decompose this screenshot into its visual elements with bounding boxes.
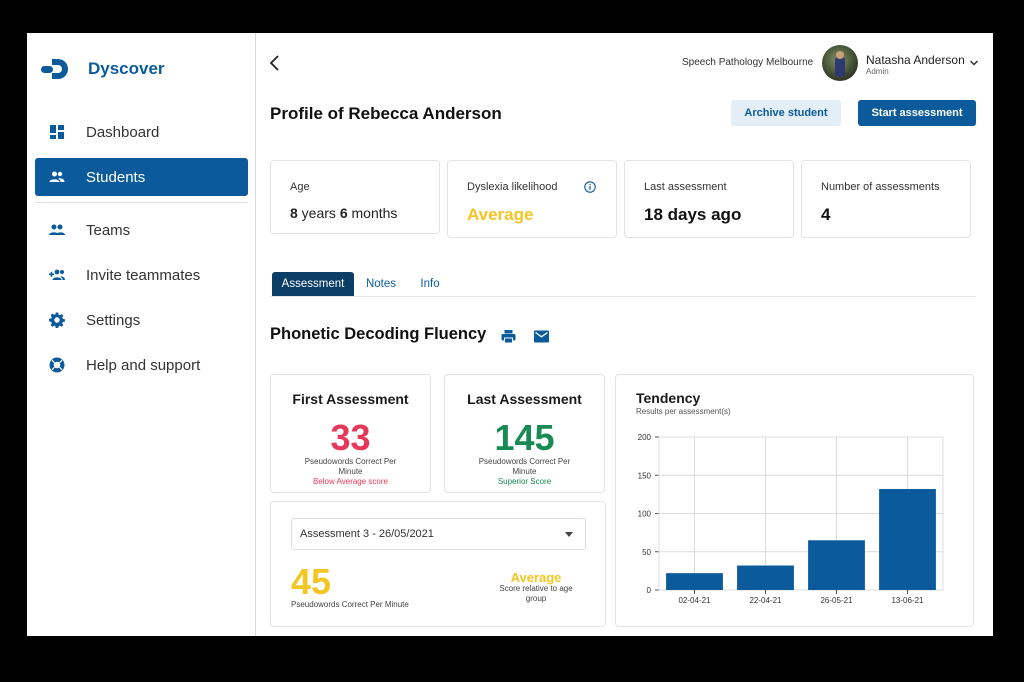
score-rating: Superior Score — [497, 477, 552, 486]
section-title: Phonetic Decoding Fluency — [270, 325, 487, 343]
assessment-selector-card: Assessment 3 - 26/05/2021 45 Pseudowords… — [270, 501, 606, 627]
tendency-chart-card: Tendency Results per assessment(s) 0 50 10… — [615, 374, 974, 627]
first-assessment-card: First Assessment 33 Pseudowords Correct … — [270, 374, 431, 493]
y-tick-label: 100 — [638, 510, 652, 519]
stat-label: Last assessment — [644, 181, 727, 193]
dyscover-logo-icon — [41, 59, 68, 79]
stat-label: Number of assessments — [821, 181, 940, 193]
bar-22-04-21 — [737, 565, 794, 590]
x-tick-label: 13-06-21 — [891, 596, 924, 605]
organization-name: Speech Pathology Melbourne — [682, 57, 814, 68]
info-icon[interactable] — [584, 181, 596, 193]
bar-chart: 0 50 100 150 200 02-04-21 22-04-21 26-05-21 13-0… — [638, 433, 944, 605]
chevron-down-icon[interactable] — [969, 58, 979, 68]
sidebar-item-teams[interactable]: Teams — [35, 211, 248, 249]
caret-down-icon — [565, 532, 573, 537]
sidebar-item-label: Students — [86, 168, 146, 186]
stat-value-last-assessment: 18 days ago — [644, 205, 742, 224]
stat-label: Dyslexia likelihood — [467, 181, 558, 193]
first-assessment-score: 33 — [330, 417, 371, 458]
bar-13-06-21 — [879, 489, 936, 590]
bar-02-04-21 — [666, 573, 723, 590]
assessment-select[interactable]: Assessment 3 - 26/05/2021 — [291, 518, 586, 550]
sidebar-item-help-and-support[interactable]: Help and support — [35, 346, 248, 384]
selected-assessment-score: 45 — [291, 561, 332, 602]
page-title: Profile of Rebecca Anderson — [270, 104, 502, 123]
y-tick-label: 0 — [647, 586, 652, 595]
y-tick-label: 150 — [638, 471, 652, 480]
stat-label: Age — [290, 181, 310, 193]
stat-card-dyslexia-likelihood: Dyslexia likelihood Average — [447, 160, 617, 238]
sidebar-item-label: Teams — [86, 221, 131, 239]
score-rating: Below Average score — [312, 477, 388, 486]
x-tick-label: 26-05-21 — [820, 596, 853, 605]
logo[interactable]: Dyscover — [40, 57, 165, 81]
tab-info[interactable]: Info — [414, 272, 446, 296]
x-tick-label: 02-04-21 — [678, 596, 711, 605]
user-name[interactable]: Natasha Anderson — [866, 53, 965, 67]
stat-value-dyslexia: Average — [467, 205, 534, 224]
x-tick-label: 22-04-21 — [749, 596, 782, 605]
invite-icon — [49, 267, 65, 283]
sidebar-item-label: Settings — [86, 311, 141, 329]
app-window: Dyscover Dashboard Students Teams Invite… — [27, 33, 993, 636]
sidebar-item-label: Invite teammates — [86, 266, 201, 284]
assessment-select-value: Assessment 3 - 26/05/2021 — [300, 528, 434, 540]
sidebar-divider — [35, 202, 248, 203]
card-title: Last Assessment — [467, 391, 582, 407]
y-tick-label: 200 — [638, 433, 652, 442]
score-unit: Pseudowords Correct Per Minute — [304, 457, 397, 476]
last-assessment-card: Last Assessment 145 Pseudowords Correct … — [444, 374, 605, 493]
score-rating-description: Score relative to age group — [499, 584, 573, 603]
user-role: Admin — [866, 67, 889, 76]
avatar[interactable] — [822, 45, 858, 81]
print-icon[interactable] — [501, 329, 516, 344]
score-unit: Pseudowords Correct Per Minute — [291, 600, 409, 609]
main-content: Speech Pathology Melbourne Natasha Ander… — [256, 33, 993, 636]
teams-icon — [49, 222, 65, 238]
sidebar-item-invite-teammates[interactable]: Invite teammates — [35, 256, 248, 294]
stat-value-count: 4 — [821, 205, 831, 224]
dashboard-icon — [49, 124, 65, 140]
sidebar-item-dashboard[interactable]: Dashboard — [35, 113, 248, 151]
score-rating: Average — [510, 570, 562, 585]
stat-card-number-of-assessments: Number of assessments 4 — [801, 160, 971, 238]
bar-26-05-21 — [808, 540, 865, 590]
sidebar: Dyscover Dashboard Students Teams Invite… — [27, 33, 256, 636]
sidebar-item-label: Help and support — [86, 356, 201, 374]
app-name: Dyscover — [88, 59, 165, 78]
card-title: First Assessment — [292, 391, 409, 407]
lifebuoy-icon — [49, 357, 65, 373]
start-assessment-button[interactable]: Start assessment — [858, 100, 976, 126]
stat-card-age: Age 8 years 6 months — [270, 160, 440, 234]
tab-assessment[interactable]: Assessment — [272, 272, 354, 296]
score-unit: Pseudowords Correct Per Minute — [478, 457, 571, 476]
stat-card-last-assessment: Last assessment 18 days ago — [624, 160, 794, 238]
y-tick-label: 50 — [642, 548, 651, 557]
last-assessment-score: 145 — [494, 417, 555, 458]
tab-bar: Assessment Notes Info — [270, 271, 976, 297]
tab-notes[interactable]: Notes — [360, 272, 402, 296]
stat-value-age: 8 years 6 months — [290, 205, 398, 221]
archive-student-button[interactable]: Archive student — [731, 100, 841, 126]
gear-icon — [49, 312, 65, 328]
sidebar-item-settings[interactable]: Settings — [35, 301, 248, 339]
back-arrow-icon[interactable] — [268, 54, 282, 72]
sidebar-item-label: Dashboard — [86, 123, 160, 141]
sidebar-item-students[interactable]: Students — [35, 158, 248, 196]
students-icon — [49, 169, 65, 185]
mail-icon[interactable] — [534, 330, 549, 343]
